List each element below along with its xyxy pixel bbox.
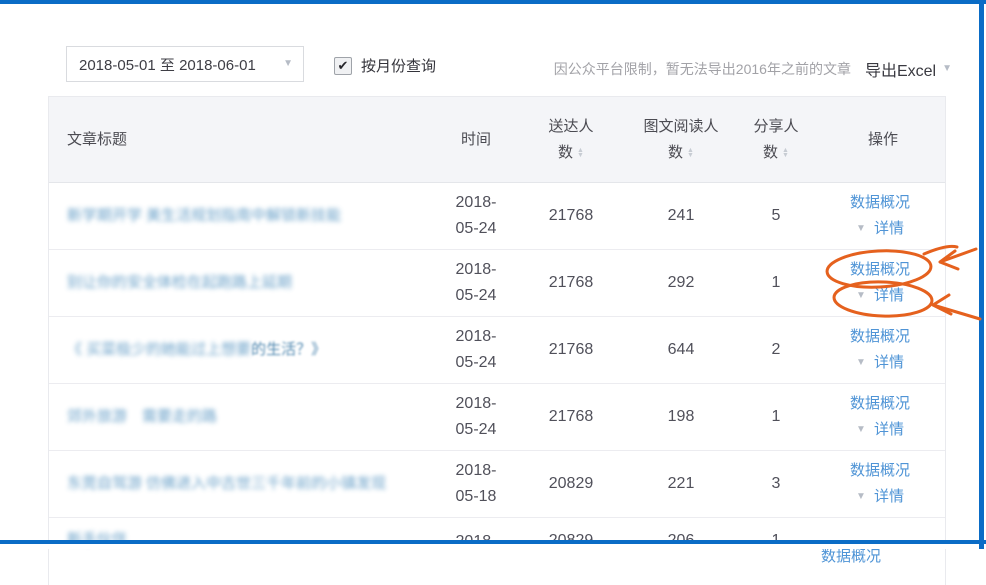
month-checkbox-label: 按月份查询 [361, 58, 437, 75]
detail-link[interactable]: 详情 [874, 486, 904, 509]
publish-date: 2018- 05-24 [455, 261, 497, 304]
chevron-down-icon: ▼ [942, 63, 952, 74]
publish-date: 2018- [441, 518, 511, 585]
header-read: 图文阅读人 数 ▲ ▼ [631, 97, 731, 182]
screenshot-border-right [979, 0, 984, 549]
delivered-count: 20829 [548, 475, 594, 492]
chevron-down-icon[interactable]: ▼ [856, 224, 866, 234]
date-range-select[interactable]: 2018-05-01 至 2018-06-01 ▼ [66, 46, 304, 82]
publish-date: 2018- 05-24 [455, 194, 497, 237]
detail-link[interactable]: 详情 [874, 285, 904, 308]
shared-count: 2 [771, 341, 781, 358]
data-overview-link[interactable]: 数据概况 [850, 192, 910, 215]
shared-count: 1 [771, 274, 781, 291]
table-row: 新学期开学 美生活规划指南中解锁新技能 2018- 05-24 21768 241… [49, 183, 945, 250]
header-delivered-line2: 数 [558, 143, 574, 161]
delivered-count: 20829 [511, 518, 631, 585]
sort-delivered-button[interactable]: ▲ ▼ [577, 147, 584, 159]
screenshot-border-bottom [0, 540, 986, 544]
data-overview-link[interactable]: 数据概况 [850, 460, 910, 483]
read-count: 198 [667, 408, 695, 425]
month-checkbox[interactable]: ✔ [334, 56, 352, 75]
read-count: 241 [667, 207, 695, 224]
delivered-count: 21768 [548, 341, 594, 358]
header-delivered: 送达人 数 ▲ ▼ [511, 97, 631, 182]
export-excel-label: 导出Excel [864, 63, 937, 80]
header-delivered-line1: 送达人 [548, 117, 594, 135]
read-count: 644 [667, 341, 695, 358]
table-row: 新手伙伴 2018- 20829 206 1 数据概况 [49, 518, 945, 585]
header-read-line1: 图文阅读人 [643, 117, 719, 135]
read-count: 206 [631, 518, 731, 585]
header-time: 时间 [460, 130, 491, 148]
shared-count: 1 [731, 518, 821, 585]
header-actions: 操作 [867, 130, 898, 148]
date-range-value: 2018-05-01 至 2018-06-01 [79, 56, 256, 74]
data-overview-link[interactable]: 数据概况 [850, 326, 910, 349]
shared-count: 1 [771, 408, 781, 425]
publish-date: 2018- 05-24 [455, 395, 497, 438]
data-overview-link[interactable]: 数据概况 [850, 393, 910, 416]
table-row: 《 买菜极少的她能过上想要的生活？》 2018- 05-24 21768 644 … [49, 317, 945, 384]
data-overview-link[interactable]: 数据概况 [821, 546, 881, 569]
chevron-down-icon[interactable]: ▼ [856, 358, 866, 368]
sort-read-button[interactable]: ▲ ▼ [687, 147, 694, 159]
chevron-down-icon[interactable]: ▼ [856, 492, 866, 502]
blurred-title-text: 东莞自驾游 仿佛进入中古世三千年前的小镇发现 [67, 474, 387, 492]
query-by-month-option: ✔ 按月份查询 [334, 55, 436, 76]
header-article-title: 文章标题 [67, 130, 128, 148]
article-title-link[interactable]: 新学期开学 美生活规划指南中解锁新技能 [67, 205, 341, 228]
title-tail-text: 的生活？》 [251, 340, 327, 358]
sort-shared-button[interactable]: ▲ ▼ [782, 147, 789, 159]
article-stats-table: 文章标题 时间 送达人 数 ▲ ▼ 图文阅读人 数 ▲ ▼ 分享人 数 ▲ ▼ 操作 新学期… [48, 96, 946, 585]
chevron-down-icon[interactable]: ▼ [856, 425, 866, 435]
article-title-link[interactable]: 郊外旅游 需要走的路 [67, 406, 217, 429]
table-header-row: 文章标题 时间 送达人 数 ▲ ▼ 图文阅读人 数 ▲ ▼ 分享人 数 ▲ ▼ 操作 [49, 97, 945, 183]
detail-link[interactable]: 详情 [874, 352, 904, 375]
toolbar-right: 因公众平台限制，暂无法导出2016年之前的文章 导出Excel ▼ [554, 57, 952, 81]
sort-down-icon: ▼ [687, 151, 694, 159]
bottom-mask [0, 544, 986, 549]
blurred-title-text: 郊外旅游 需要走的路 [67, 407, 218, 425]
blurred-title-text: 《 买菜极少的她能过上想要 [67, 340, 252, 358]
publish-date: 2018- 05-24 [455, 328, 497, 371]
publish-date: 2018- 05-18 [455, 462, 497, 505]
data-overview-link[interactable]: 数据概况 [850, 259, 910, 282]
screenshot-border-top [0, 0, 986, 4]
delivered-count: 21768 [548, 274, 594, 291]
header-shared: 分享人 数 ▲ ▼ [731, 97, 821, 182]
shared-count: 3 [771, 475, 781, 492]
table-row: 别让你的安全体检在起跑路上延期 2018- 05-24 21768 292 1 数… [49, 250, 945, 317]
delivered-count: 21768 [548, 207, 594, 224]
read-count: 221 [667, 475, 695, 492]
detail-link[interactable]: 详情 [874, 419, 904, 442]
blurred-title-text: 别让你的安全体检在起跑路上延期 [67, 273, 293, 291]
header-read-line2: 数 [668, 143, 684, 161]
sort-down-icon: ▼ [782, 151, 789, 159]
blurred-title-text: 新学期开学 美生活规划指南中解锁新技能 [67, 206, 342, 224]
checkbox-check-icon: ✔ [337, 57, 349, 73]
export-excel-button[interactable]: 导出Excel ▼ [865, 57, 952, 81]
detail-link[interactable]: 详情 [874, 218, 904, 241]
read-count: 292 [667, 274, 695, 291]
header-shared-line1: 分享人 [753, 117, 799, 135]
shared-count: 5 [771, 207, 781, 224]
chevron-down-icon[interactable]: ▼ [856, 291, 866, 301]
header-shared-line2: 数 [763, 143, 779, 161]
article-title-link[interactable]: 东莞自驾游 仿佛进入中古世三千年前的小镇发现 [67, 473, 386, 496]
sort-down-icon: ▼ [577, 151, 584, 159]
article-title-link[interactable]: 别让你的安全体检在起跑路上延期 [67, 272, 292, 295]
export-limit-hint: 因公众平台限制，暂无法导出2016年之前的文章 [553, 61, 851, 77]
table-row: 东莞自驾游 仿佛进入中古世三千年前的小镇发现 2018- 05-18 20829 … [49, 451, 945, 518]
article-title-link[interactable]: 《 买菜极少的她能过上想要的生活？》 [67, 339, 326, 362]
chevron-down-icon: ▼ [283, 58, 293, 69]
delivered-count: 21768 [548, 408, 594, 425]
table-row: 郊外旅游 需要走的路 2018- 05-24 21768 198 1 数据概况 ▼… [49, 384, 945, 451]
